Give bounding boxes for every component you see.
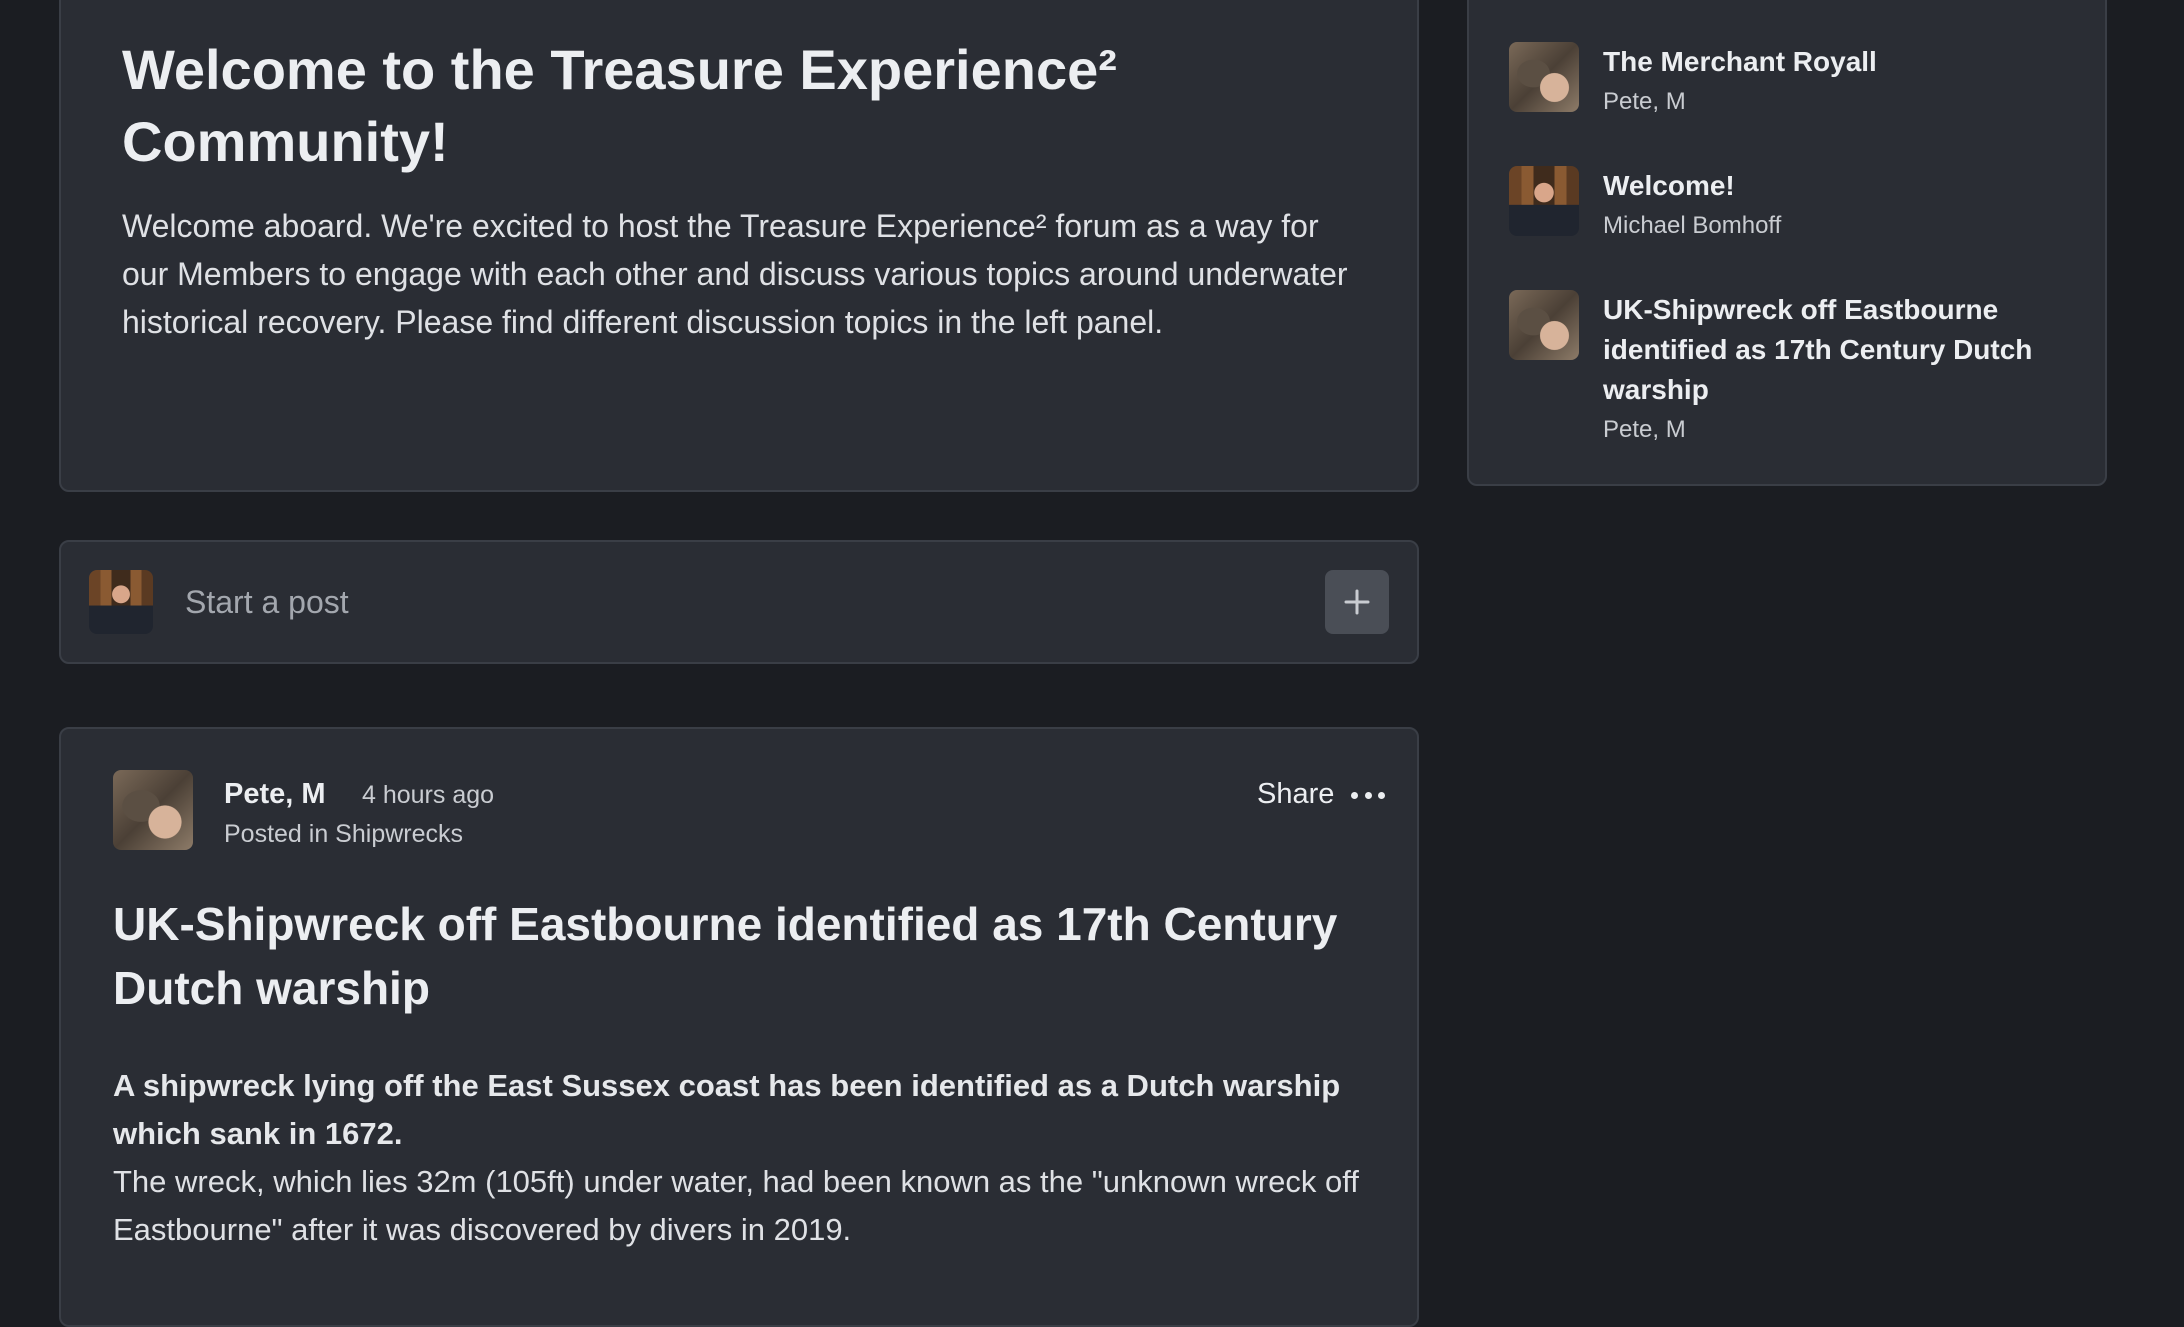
welcome-card: Welcome to the Treasure Experience² Comm… <box>59 0 1419 492</box>
post-author-avatar[interactable] <box>113 770 193 850</box>
start-post-input[interactable]: Start a post <box>185 584 349 621</box>
more-options-icon[interactable] <box>1351 781 1385 809</box>
recent-post-avatar <box>1509 166 1579 236</box>
recent-post-avatar <box>1509 290 1579 360</box>
post-category[interactable]: Posted in Shipwrecks <box>224 820 463 849</box>
welcome-body: Welcome aboard. We're excited to host th… <box>122 208 1348 340</box>
post-lead: A shipwreck lying off the East Sussex co… <box>113 1068 1341 1151</box>
share-button[interactable]: Share <box>1257 778 1334 811</box>
recent-post-author: Pete, M <box>1603 88 1686 115</box>
post-body: The wreck, which lies 32m (105ft) under … <box>113 1164 1359 1247</box>
current-user-avatar <box>89 570 153 634</box>
recent-post-author: Pete, M <box>1603 416 1686 443</box>
welcome-title: Welcome to the Treasure Experience² Comm… <box>122 38 1117 173</box>
post-timestamp: 4 hours ago <box>362 781 495 809</box>
recent-post-title[interactable]: The Merchant Royall <box>1603 42 2073 82</box>
post-title[interactable]: UK-Shipwreck off Eastbourne identified a… <box>113 892 1383 1020</box>
start-post-composer[interactable]: Start a post <box>59 540 1419 664</box>
post-author-name[interactable]: Pete, M <box>224 778 326 811</box>
recent-post-title[interactable]: Welcome! <box>1603 166 2073 206</box>
recent-posts-panel: The Merchant Royall Pete, M Welcome! Mic… <box>1467 0 2107 486</box>
add-post-button[interactable] <box>1325 570 1389 634</box>
plus-icon <box>1344 589 1370 615</box>
recent-post-title[interactable]: UK-Shipwreck off Eastbourne identified a… <box>1603 290 2073 410</box>
recent-post-avatar <box>1509 42 1579 112</box>
recent-post-author: Michael Bomhoff <box>1603 212 1782 239</box>
post-card: Pete, M 4 hours ago Posted in Shipwrecks… <box>59 727 1419 1327</box>
